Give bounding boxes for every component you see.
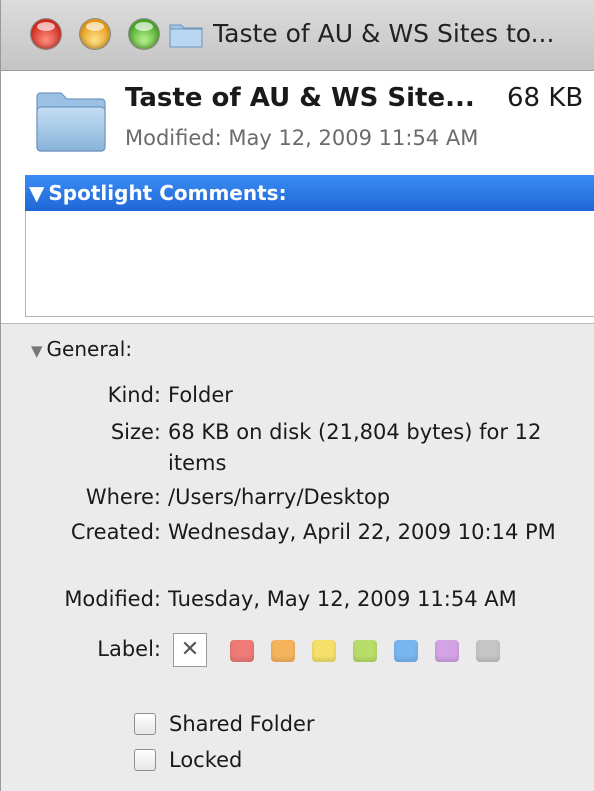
general-section-header[interactable]: ▼ General: (31, 334, 132, 366)
created-key: Created: (70, 520, 161, 544)
modified-summary: Modified: May 12, 2009 11:54 AM (125, 126, 479, 150)
label-color-swatch[interactable] (353, 640, 377, 662)
zoom-button[interactable] (129, 19, 159, 49)
shared-folder-checkbox[interactable] (134, 713, 156, 735)
label-color-swatch[interactable] (476, 640, 500, 662)
file-size: 68 KB (507, 83, 584, 113)
general-label: General: (46, 337, 133, 361)
spotlight-comments-label: Spotlight Comments: (48, 181, 287, 205)
kind-key: Kind: (107, 383, 161, 407)
where-key: Where: (85, 485, 161, 509)
disclosure-triangle-icon[interactable]: ▼ (29, 175, 44, 211)
title-bar[interactable]: Taste of AU & WS Sites to... (1, 0, 594, 71)
close-button[interactable] (31, 19, 61, 49)
where-value: /Users/harry/Desktop (168, 485, 391, 509)
label-color-swatch[interactable] (394, 640, 418, 662)
shared-folder-label: Shared Folder (169, 712, 315, 736)
locked-checkbox[interactable] (134, 749, 156, 771)
kind-value: Folder (168, 383, 233, 407)
disclosure-triangle-icon[interactable]: ▼ (31, 336, 43, 366)
label-key: Label: (97, 637, 161, 661)
size-key: Size: (110, 420, 161, 444)
label-color-swatch[interactable] (230, 640, 254, 662)
info-window: Taste of AU & WS Sites to... Taste of AU… (0, 0, 594, 791)
label-color-swatch[interactable] (435, 640, 459, 662)
window-title: Taste of AU & WS Sites to... (213, 19, 555, 48)
label-color-swatch[interactable] (312, 640, 336, 662)
folder-icon (36, 92, 106, 152)
spotlight-comments-header[interactable]: ▼ Spotlight Comments: (25, 175, 594, 211)
spotlight-comments-field[interactable] (25, 211, 594, 317)
file-summary: Taste of AU & WS Site... 68 KB Modified:… (1, 71, 594, 174)
folder-icon (169, 24, 203, 48)
created-value: Wednesday, April 22, 2009 10:14 PM (168, 520, 556, 544)
modified-value: Tuesday, May 12, 2009 11:54 AM (168, 587, 517, 611)
file-name: Taste of AU & WS Site... (125, 83, 475, 113)
locked-label: Locked (169, 748, 243, 772)
size-value: 68 KB on disk (21,804 bytes) for 12 item… (168, 420, 542, 475)
modified-key: Modified: (64, 587, 161, 611)
section-divider (1, 323, 594, 324)
label-color-swatch[interactable] (271, 640, 295, 662)
label-none-button[interactable]: ✕ (173, 633, 207, 667)
minimize-button[interactable] (80, 19, 110, 49)
